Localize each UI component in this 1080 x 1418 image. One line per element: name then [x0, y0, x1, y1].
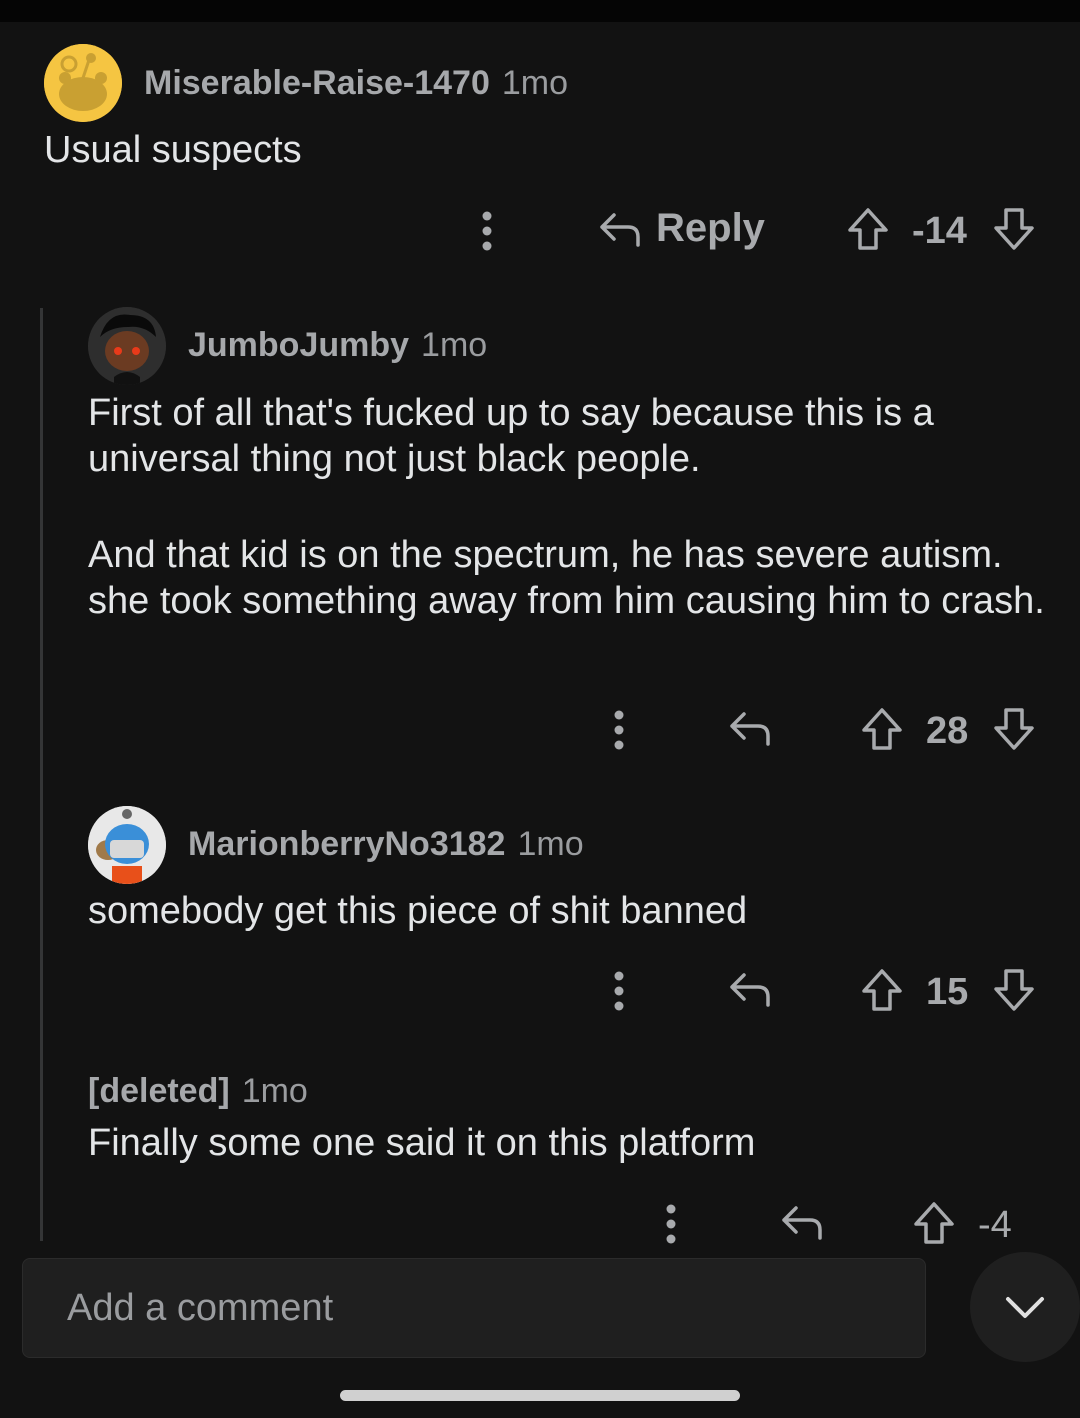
downvote-button[interactable] — [992, 967, 1036, 1013]
add-comment-input[interactable]: Add a comment — [22, 1258, 926, 1358]
home-indicator[interactable] — [340, 1390, 740, 1401]
username[interactable]: JumboJumby — [188, 326, 409, 364]
upvote-button[interactable] — [912, 1200, 956, 1246]
downvote-arrow-icon — [994, 708, 1034, 750]
downvote-arrow-icon — [994, 969, 1034, 1011]
user-avatar-icon — [88, 307, 166, 385]
snoo-avatar-icon — [44, 44, 122, 122]
more-options-button[interactable] — [608, 709, 630, 751]
more-options-button[interactable] — [660, 1203, 682, 1245]
upvote-arrow-icon — [862, 708, 902, 750]
reply-button[interactable] — [780, 1200, 824, 1244]
timestamp: 1mo — [421, 326, 488, 364]
upvote-arrow-icon — [848, 208, 888, 250]
timestamp: 1mo — [501, 64, 569, 102]
reply-arrow-icon — [782, 1206, 822, 1240]
thread-line[interactable] — [40, 308, 43, 1241]
chevron-down-icon — [1006, 1297, 1044, 1318]
reply-arrow-icon — [730, 973, 770, 1007]
more-options-button[interactable] — [476, 210, 498, 252]
more-vertical-icon — [614, 710, 624, 750]
user-avatar-icon — [88, 806, 166, 884]
comment-paragraph: And that kid is on the spectrum, he has … — [88, 534, 1045, 622]
upvote-button[interactable] — [846, 206, 890, 252]
comment-text: First of all that's fucked up to say bec… — [88, 390, 1048, 624]
comment-text: Finally some one said it on this platfor… — [88, 1122, 756, 1164]
comment-paragraph: First of all that's fucked up to say bec… — [88, 392, 934, 480]
vote-score: -14 — [912, 210, 967, 252]
username[interactable]: MarionberryNo3182 — [188, 825, 505, 863]
reply-arrow-icon — [600, 212, 640, 247]
downvote-button[interactable] — [992, 206, 1036, 252]
timestamp: 1mo — [517, 825, 584, 863]
upvote-arrow-icon — [914, 1202, 954, 1244]
avatar[interactable] — [88, 307, 166, 385]
username: [deleted] — [88, 1072, 230, 1110]
upvote-button[interactable] — [860, 706, 904, 752]
reply-button[interactable]: Reply — [598, 206, 765, 251]
collapse-button[interactable] — [970, 1252, 1080, 1362]
more-vertical-icon — [482, 211, 492, 251]
downvote-arrow-icon — [994, 208, 1034, 250]
username[interactable]: Miserable-Raise-1470 — [144, 64, 490, 102]
more-vertical-icon — [666, 1204, 676, 1244]
vote-score: 15 — [926, 971, 969, 1013]
comment-text: Usual suspects — [44, 129, 302, 171]
upvote-button[interactable] — [860, 967, 904, 1013]
reply-arrow-icon — [730, 712, 770, 746]
timestamp: 1mo — [241, 1072, 308, 1110]
status-bar — [0, 0, 1080, 22]
reply-button[interactable] — [728, 706, 772, 750]
more-options-button[interactable] — [608, 970, 630, 1012]
more-vertical-icon — [614, 971, 624, 1011]
vote-score: -4 — [978, 1204, 1012, 1246]
add-comment-placeholder: Add a comment — [67, 1287, 334, 1329]
vote-score: 28 — [926, 710, 969, 752]
reply-label: Reply — [656, 206, 765, 250]
comment-text: somebody get this piece of shit banned — [88, 890, 748, 932]
downvote-button[interactable] — [992, 706, 1036, 752]
upvote-arrow-icon — [862, 969, 902, 1011]
avatar[interactable] — [44, 44, 122, 122]
avatar[interactable] — [88, 806, 166, 884]
reply-button[interactable] — [728, 967, 772, 1011]
